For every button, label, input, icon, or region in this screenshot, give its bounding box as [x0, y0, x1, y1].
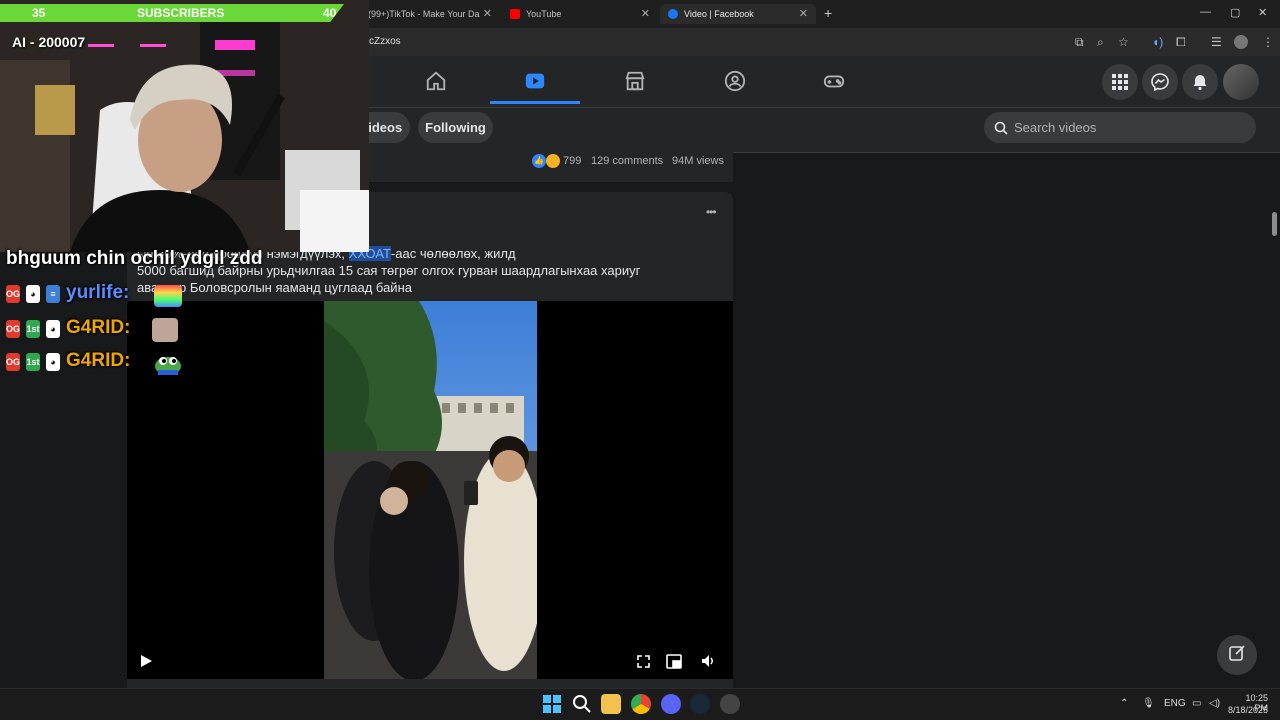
tab-facebook[interactable]: Video | Facebook ✕: [660, 4, 816, 24]
sub-goal-current: 35: [32, 6, 46, 20]
groups-icon[interactable]: [724, 70, 746, 92]
youtube-icon: [510, 9, 520, 19]
chat-username: yurlife:: [66, 282, 130, 303]
bookmark-star-icon[interactable]: ☆: [1118, 35, 1129, 49]
caption-line-3: авахаар Боловсролын яаманд цуглаад байна: [137, 280, 412, 295]
install-icon[interactable]: ⧉: [1075, 35, 1084, 50]
first-badge: 1st: [26, 353, 40, 371]
network-icon[interactable]: ▭: [1192, 698, 1201, 709]
chat-message-text: bhguum chin ochil ydgil zdd: [6, 248, 263, 269]
extension-audio-icon[interactable]: ◖): [1152, 35, 1163, 49]
tab-youtube[interactable]: YouTube ✕: [502, 4, 658, 24]
cat-badge-icon: ◕: [46, 353, 60, 371]
ai-counter: AI - 200007: [12, 34, 86, 50]
file-explorer-icon[interactable]: [601, 694, 621, 714]
clock-date[interactable]: 8/18/2025: [1226, 705, 1268, 715]
filter-following-button[interactable]: Following: [418, 112, 493, 143]
close-icon[interactable]: ✕: [799, 7, 808, 20]
url-text[interactable]: cZzxos: [369, 36, 401, 47]
post-card-bottom: [127, 679, 733, 688]
play-icon[interactable]: [139, 654, 153, 668]
tray-overflow-icon[interactable]: ⌃: [1120, 698, 1128, 709]
menu-grid-icon[interactable]: [1102, 64, 1138, 100]
close-icon[interactable]: ✕: [641, 7, 650, 20]
app-icon[interactable]: [720, 694, 740, 714]
like-reaction-icon: 👍: [532, 154, 546, 168]
account-avatar[interactable]: [1223, 64, 1259, 100]
sub-goal-bar: 35 SUBSCRIBERS 40: [0, 4, 344, 22]
page-scrollbar-thumb[interactable]: [1272, 212, 1277, 236]
maximize-icon[interactable]: ▢: [1230, 6, 1240, 19]
rainbow-pepe-emote: [154, 285, 182, 307]
tab-title: Video | Facebook: [684, 9, 754, 19]
flag-badge-icon: ≡: [46, 285, 60, 303]
post-more-icon[interactable]: •••: [706, 205, 717, 219]
search-icon: [994, 121, 1008, 135]
language-indicator[interactable]: ENG: [1164, 698, 1186, 709]
caption-text: -аас чөлөөлөх, жилд: [390, 246, 516, 261]
speaker-icon[interactable]: ◁): [1209, 698, 1220, 709]
new-message-button[interactable]: [1217, 635, 1257, 675]
og-badge: OG: [6, 353, 20, 371]
view-count: 94M views: [672, 155, 724, 167]
messenger-icon[interactable]: [1142, 64, 1178, 100]
reaction-count[interactable]: 799: [563, 155, 581, 167]
chat-username: G4RID:: [66, 317, 131, 338]
sub-goal-label: SUBSCRIBERS: [137, 6, 225, 20]
tab-title: YouTube: [526, 9, 562, 19]
windows-start-icon[interactable]: [542, 694, 562, 714]
discord-icon[interactable]: [661, 694, 681, 714]
comment-count[interactable]: 129 comments: [591, 155, 663, 167]
search-videos-input[interactable]: Search videos: [984, 112, 1256, 143]
extensions-puzzle-icon[interactable]: ⧠: [1176, 35, 1186, 50]
minimize-icon[interactable]: —: [1200, 6, 1211, 18]
menu-dots-icon[interactable]: ⋮: [1262, 35, 1274, 49]
facebook-icon: [668, 9, 678, 19]
notifications-bell-icon[interactable]: [1182, 64, 1218, 100]
home-icon[interactable]: [425, 70, 447, 92]
zoom-icon[interactable]: ⌕: [1097, 35, 1104, 50]
close-window-icon[interactable]: ✕: [1258, 6, 1267, 19]
og-badge: OG: [6, 320, 20, 338]
og-badge: OG: [6, 285, 20, 303]
new-tab-icon[interactable]: +: [824, 5, 832, 21]
video-watch-icon[interactable]: [524, 70, 546, 92]
taskbar-search-icon[interactable]: [572, 694, 592, 714]
video-frame: [324, 301, 537, 679]
profile-avatar-icon[interactable]: [1234, 35, 1248, 49]
compose-icon: [1228, 644, 1246, 667]
emote-image: [152, 318, 178, 342]
volume-icon[interactable]: [701, 654, 715, 668]
neon-line-decoration: [88, 44, 114, 47]
cat-badge-icon: ◕: [26, 285, 40, 303]
marketplace-icon[interactable]: [624, 70, 646, 92]
close-icon[interactable]: ✕: [483, 7, 492, 20]
first-badge: 1st: [26, 320, 40, 338]
reading-list-icon[interactable]: ☰: [1211, 35, 1222, 49]
miniplayer-icon[interactable]: [666, 654, 682, 669]
pepe-emote: [152, 352, 184, 376]
cat-badge-icon: ◕: [46, 320, 60, 338]
active-tab-indicator: [490, 101, 580, 104]
tab-title: (99+)TikTok - Make Your Da: [368, 9, 480, 19]
chat-username: G4RID:: [66, 350, 131, 371]
fullscreen-icon[interactable]: [637, 655, 650, 668]
chrome-icon[interactable]: [631, 694, 651, 714]
search-placeholder: Search videos: [1014, 120, 1097, 135]
microphone-icon[interactable]: 🎙: [1142, 698, 1155, 709]
sad-reaction-icon: [546, 154, 560, 168]
gaming-icon[interactable]: [823, 70, 845, 92]
steam-icon[interactable]: [690, 694, 710, 714]
neon-line-decoration: [140, 44, 166, 47]
